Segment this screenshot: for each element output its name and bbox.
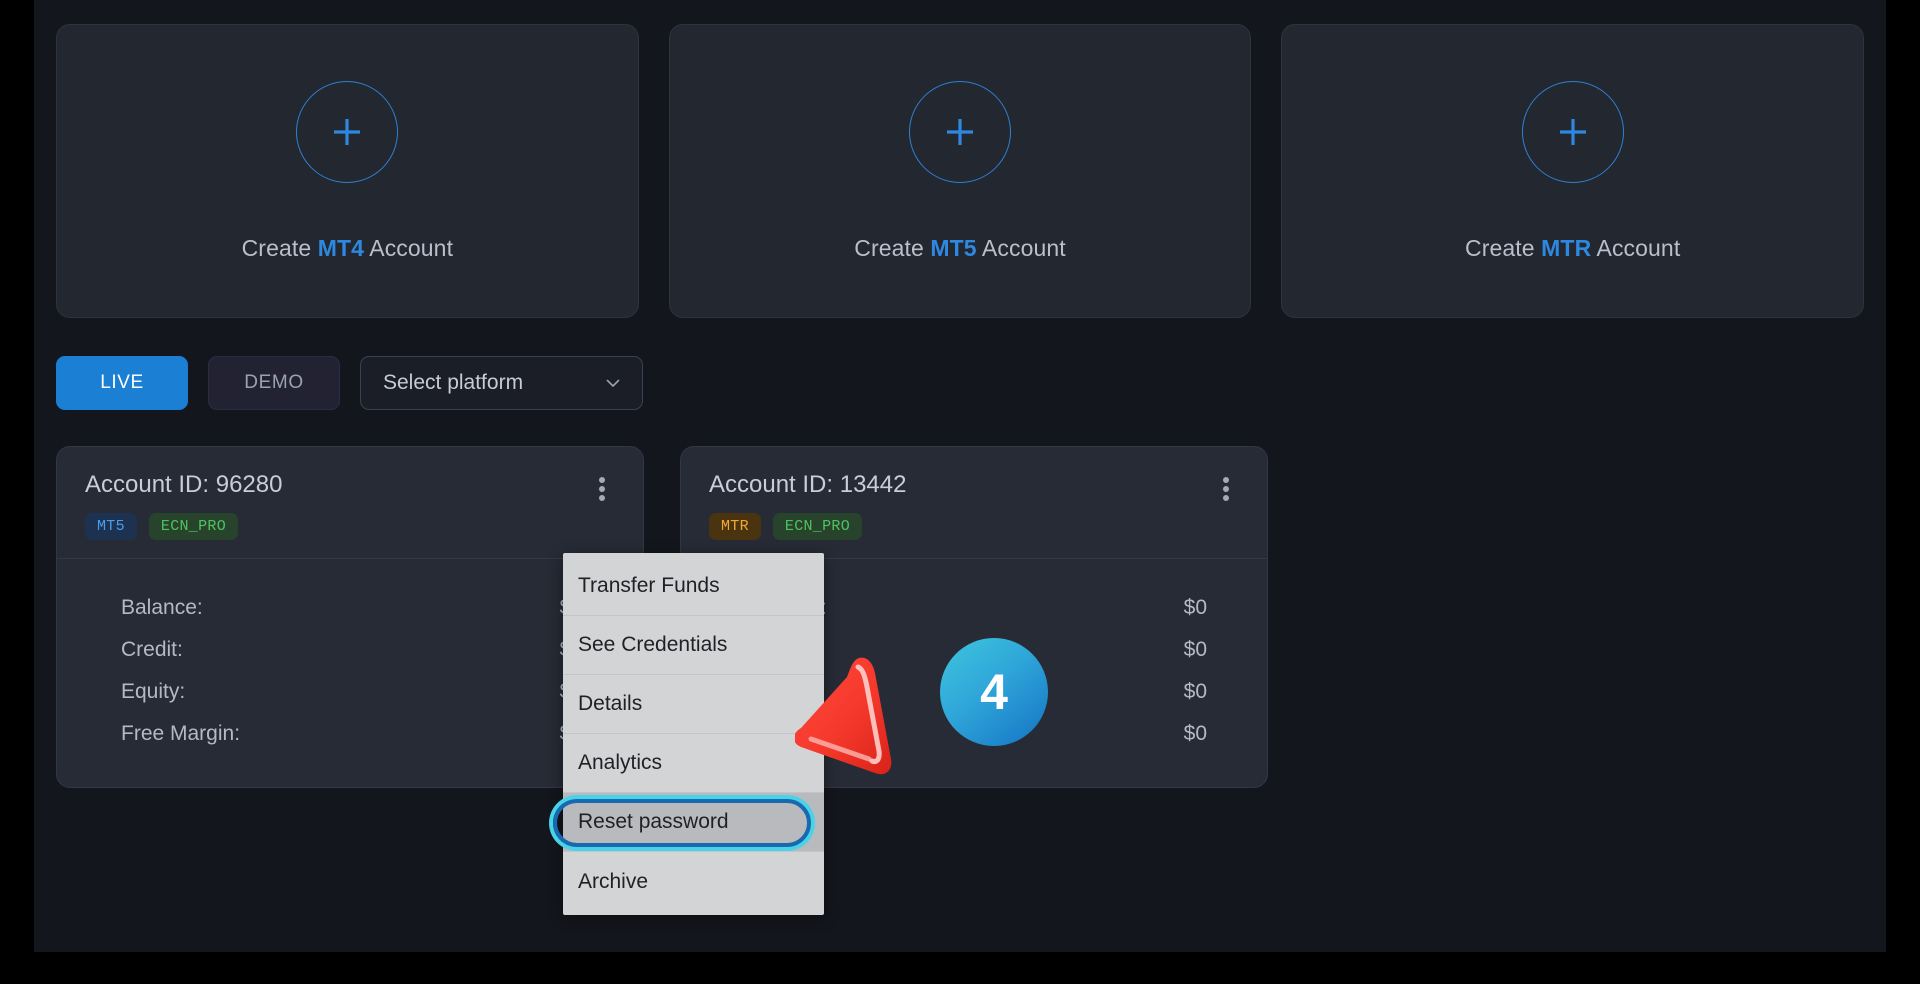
filter-tab-live[interactable]: LIVE [56, 356, 188, 410]
account-row-balance: Balance: $0 [85, 587, 615, 629]
create-mtr-account-card[interactable]: Create MTR Account [1281, 24, 1865, 318]
kebab-dot [599, 486, 605, 492]
platform-name-0: MT4 [317, 234, 365, 261]
platform-name-2: MTR [1541, 234, 1592, 261]
account-id-label: Account ID: 13442 [709, 471, 907, 498]
viewport-right-edge [1886, 0, 1920, 984]
kebab-menu-icon[interactable] [1213, 474, 1239, 504]
create-mt5-account-card[interactable]: Create MT5 Account [668, 24, 1252, 318]
create-prefix-0: Create [241, 234, 318, 261]
create-account-row: Create MT4 Account Create MT5 Account Cr… [56, 24, 1865, 318]
account-card-header: Account ID: 96280 MT5 ECN_PRO [57, 447, 643, 559]
context-menu-item-analytics[interactable]: Analytics [563, 734, 824, 793]
platform-select-value: Select platform [383, 371, 524, 394]
row-value: $0 [1183, 596, 1207, 619]
row-value: $0 [1183, 722, 1207, 745]
row-value: $0 [1183, 638, 1207, 661]
accounts-row: Account ID: 96280 MT5 ECN_PRO Balance: $… [56, 446, 1864, 788]
account-card-body: Balance: $0 Credit: $0 Equity: $0 Free M… [57, 559, 643, 787]
context-menu-item-details[interactable]: Details [563, 675, 824, 734]
create-prefix-2: Create [1465, 234, 1542, 261]
create-mtr-account-label: Create MTR Account [1465, 235, 1680, 262]
account-id-label: Account ID: 96280 [85, 471, 283, 498]
chevron-down-icon [604, 374, 622, 392]
create-mt5-account-label: Create MT5 Account [854, 235, 1065, 262]
account-row-free-margin: Free Margin: $0 [85, 713, 615, 755]
account-card-96280: Account ID: 96280 MT5 ECN_PRO Balance: $… [56, 446, 644, 788]
accounts-page: Create MT4 Account Create MT5 Account Cr… [0, 0, 1920, 984]
context-menu-item-transfer-funds[interactable]: Transfer Funds [563, 557, 824, 616]
kebab-dot [599, 477, 605, 483]
account-card-header: Account ID: 13442 MTR ECN_PRO [681, 447, 1267, 559]
kebab-dot [599, 495, 605, 501]
kebab-dot [1223, 486, 1229, 492]
plus-icon [909, 80, 1011, 183]
row-label: Free Margin: [121, 722, 241, 745]
viewport-bottom-edge [0, 952, 1920, 984]
create-mt4-account-card[interactable]: Create MT4 Account [56, 24, 639, 318]
account-filter-row: LIVE DEMO Select platform [56, 356, 1864, 410]
row-label: Credit: [121, 638, 183, 661]
platform-badge: MTR [709, 513, 761, 540]
platform-badge: MT5 [85, 513, 137, 540]
account-type-badge: ECN_PRO [148, 513, 239, 540]
context-menu-item-see-credentials[interactable]: See Credentials [563, 616, 824, 675]
kebab-dot [1223, 495, 1229, 501]
create-prefix-1: Create [854, 234, 931, 261]
row-label: Balance: [121, 596, 203, 619]
row-value: $0 [1183, 680, 1207, 703]
row-label: Equity: [121, 680, 186, 703]
plus-icon [296, 80, 399, 183]
context-menu-item-archive[interactable]: Archive [563, 852, 824, 911]
account-row-equity: Equity: $0 [85, 671, 615, 713]
plus-icon [1521, 80, 1624, 183]
platform-select[interactable]: Select platform [360, 356, 643, 410]
kebab-dot [1223, 477, 1229, 483]
account-row-credit: Credit: $0 [85, 629, 615, 671]
platform-name-1: MT5 [930, 234, 977, 261]
account-context-menu: Transfer Funds See Credentials Details A… [563, 553, 824, 915]
create-suffix-1: Account [976, 234, 1066, 261]
filter-tab-demo[interactable]: DEMO [208, 356, 340, 410]
create-suffix-0: Account [364, 234, 454, 261]
create-mt4-account-label: Create MT4 Account [242, 235, 453, 262]
context-menu-item-reset-password[interactable]: Reset password [563, 793, 824, 852]
viewport-left-edge [0, 0, 34, 984]
kebab-menu-icon[interactable] [589, 474, 615, 504]
create-suffix-2: Account [1591, 234, 1681, 261]
account-badges: MTR ECN_PRO [709, 513, 1239, 540]
account-badges: MT5 ECN_PRO [85, 513, 615, 540]
account-type-badge: ECN_PRO [772, 513, 863, 540]
